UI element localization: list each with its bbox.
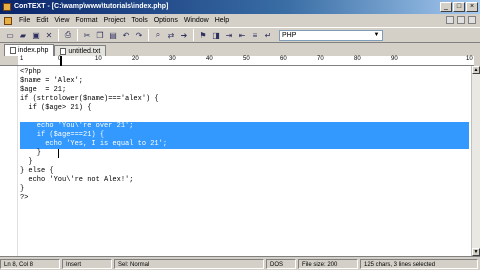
document-icon[interactable] bbox=[4, 16, 12, 25]
file-icon bbox=[60, 47, 67, 55]
code-line[interactable]: } bbox=[20, 149, 41, 158]
code-line[interactable]: if (strtolower($name)==='alex') { bbox=[20, 95, 159, 104]
undo-icon[interactable]: ↶ bbox=[120, 29, 132, 41]
menu-options[interactable]: Options bbox=[151, 14, 181, 27]
status-mode: Insert bbox=[62, 258, 112, 269]
menu-tools[interactable]: Tools bbox=[128, 14, 150, 27]
doc-restore-button[interactable] bbox=[457, 16, 465, 24]
goto-icon[interactable]: ➔ bbox=[178, 29, 190, 41]
close-button[interactable]: × bbox=[466, 2, 478, 12]
find-next-icon[interactable]: ⚑ bbox=[197, 29, 209, 41]
code-line[interactable]: ?> bbox=[20, 194, 28, 203]
ruler-tick: 60 bbox=[280, 56, 287, 62]
editor-gutter[interactable] bbox=[0, 66, 18, 256]
file-icon bbox=[10, 47, 16, 54]
ruler-tick: 80 bbox=[354, 56, 361, 62]
open-icon[interactable]: ▰ bbox=[17, 29, 29, 41]
save-icon[interactable]: ▣ bbox=[30, 29, 42, 41]
title-bar: ConTEXT - [C:\wamp\www\tutorials\index.p… bbox=[0, 0, 480, 14]
ruler-tick: 40 bbox=[206, 56, 213, 62]
print-icon[interactable]: ⎙ bbox=[62, 29, 74, 41]
replace-icon[interactable]: ⇄ bbox=[165, 29, 177, 41]
tab-index-php[interactable]: index.php bbox=[4, 44, 55, 56]
ruler-corner bbox=[0, 56, 18, 66]
window-controls: _ □ × bbox=[440, 2, 478, 12]
menu-window[interactable]: Window bbox=[181, 14, 212, 27]
ruler-tick: 0 bbox=[58, 56, 62, 62]
toolbar-separator bbox=[77, 29, 78, 41]
status-selection: 125 chars, 3 lines selected bbox=[360, 258, 478, 269]
paste-icon[interactable]: ▤ bbox=[107, 29, 119, 41]
ruler-tick: 20 bbox=[132, 56, 139, 62]
scroll-up-icon[interactable]: ▲ bbox=[472, 66, 480, 74]
status-bar: Ln 8, Col 8 Insert Sel: Normal DOS File … bbox=[0, 256, 480, 270]
menu-format[interactable]: Format bbox=[72, 14, 100, 27]
code-line-selected[interactable]: echo 'You\'re over 21'; bbox=[20, 122, 134, 131]
code-line[interactable]: $name = 'Alex'; bbox=[20, 77, 83, 86]
redo-icon[interactable]: ↷ bbox=[133, 29, 145, 41]
code-line[interactable]: $age = 21; bbox=[20, 86, 66, 95]
close-icon[interactable]: ✕ bbox=[43, 29, 55, 41]
code-line[interactable]: } else { bbox=[20, 167, 54, 176]
syntax-highlighter-select[interactable]: PHP ▼ bbox=[279, 29, 383, 41]
text-cursor bbox=[58, 149, 59, 158]
menu-view[interactable]: View bbox=[51, 14, 72, 27]
syntax-select-value: PHP bbox=[282, 31, 297, 39]
comment-icon[interactable]: ≡ bbox=[249, 29, 261, 41]
vertical-scrollbar[interactable]: ▲ ▼ bbox=[471, 66, 480, 256]
menu-project[interactable]: Project bbox=[101, 14, 129, 27]
ruler-tick: 90 bbox=[391, 56, 398, 62]
tab-untitled[interactable]: untitled.txt bbox=[54, 45, 107, 56]
toolbar-separator bbox=[193, 29, 194, 41]
toolbar: ▭ ▰ ▣ ✕ ⎙ ✂ ❐ ▤ ↶ ↷ ⌕ ⇄ ➔ ⚑ ◨ ⇥ ⇤ ≡ ↵ PH… bbox=[0, 27, 480, 43]
new-file-icon[interactable]: ▭ bbox=[4, 29, 16, 41]
indent-icon[interactable]: ⇥ bbox=[223, 29, 235, 41]
code-line[interactable]: } bbox=[20, 185, 24, 194]
cut-icon[interactable]: ✂ bbox=[81, 29, 93, 41]
doc-close-button[interactable] bbox=[468, 16, 476, 24]
ruler-tick: 10 bbox=[466, 56, 473, 62]
ruler-tick: 70 bbox=[317, 56, 324, 62]
ruler-tick: 1 bbox=[20, 56, 24, 62]
code-line-selected[interactable]: if ($age===21) { bbox=[20, 131, 104, 140]
ruler: 1 0 10 20 30 40 50 60 70 80 90 10 bbox=[18, 56, 474, 66]
code-line[interactable]: <?php bbox=[20, 68, 41, 77]
document-window-controls bbox=[446, 16, 476, 24]
wordwrap-icon[interactable]: ↵ bbox=[262, 29, 274, 41]
tab-label: index.php bbox=[18, 47, 49, 54]
bookmark-icon[interactable]: ◨ bbox=[210, 29, 222, 41]
ruler-tick: 30 bbox=[169, 56, 176, 62]
menu-file[interactable]: File bbox=[16, 14, 33, 27]
ruler-tick: 10 bbox=[95, 56, 102, 62]
window-title: ConTEXT - [C:\wamp\www\tutorials\index.p… bbox=[14, 3, 169, 10]
doc-minimize-button[interactable] bbox=[446, 16, 454, 24]
outdent-icon[interactable]: ⇤ bbox=[236, 29, 248, 41]
scroll-down-icon[interactable]: ▼ bbox=[472, 248, 480, 256]
app-icon bbox=[3, 3, 11, 11]
code-line[interactable]: } bbox=[20, 158, 32, 167]
minimize-button[interactable]: _ bbox=[440, 2, 452, 12]
toolbar-separator bbox=[58, 29, 59, 41]
status-filesize: File size: 200 bbox=[298, 258, 358, 269]
status-format: Sel: Normal bbox=[114, 258, 264, 269]
code-line-selected[interactable]: echo 'Yes, I is equal to 21'; bbox=[20, 140, 167, 149]
code-line[interactable]: echo 'You\'re not Alex!'; bbox=[20, 176, 133, 185]
ruler-tick: 50 bbox=[243, 56, 250, 62]
code-editor[interactable]: <?php $name = 'Alex'; $age = 21; if (str… bbox=[0, 66, 471, 256]
status-encoding: DOS bbox=[266, 258, 296, 269]
code-line[interactable]: if ($age> 21) { bbox=[20, 104, 91, 113]
menu-help[interactable]: Help bbox=[212, 14, 232, 27]
toolbar-separator bbox=[148, 29, 149, 41]
tab-label: untitled.txt bbox=[68, 47, 101, 55]
document-tabs: index.php untitled.txt bbox=[0, 43, 480, 56]
chevron-down-icon[interactable]: ▼ bbox=[372, 31, 381, 40]
maximize-button[interactable]: □ bbox=[453, 2, 465, 12]
menu-edit[interactable]: Edit bbox=[33, 14, 51, 27]
find-icon[interactable]: ⌕ bbox=[152, 29, 164, 41]
menu-bar: File Edit View Format Project Tools Opti… bbox=[0, 14, 480, 27]
copy-icon[interactable]: ❐ bbox=[94, 29, 106, 41]
status-position: Ln 8, Col 8 bbox=[0, 258, 60, 269]
